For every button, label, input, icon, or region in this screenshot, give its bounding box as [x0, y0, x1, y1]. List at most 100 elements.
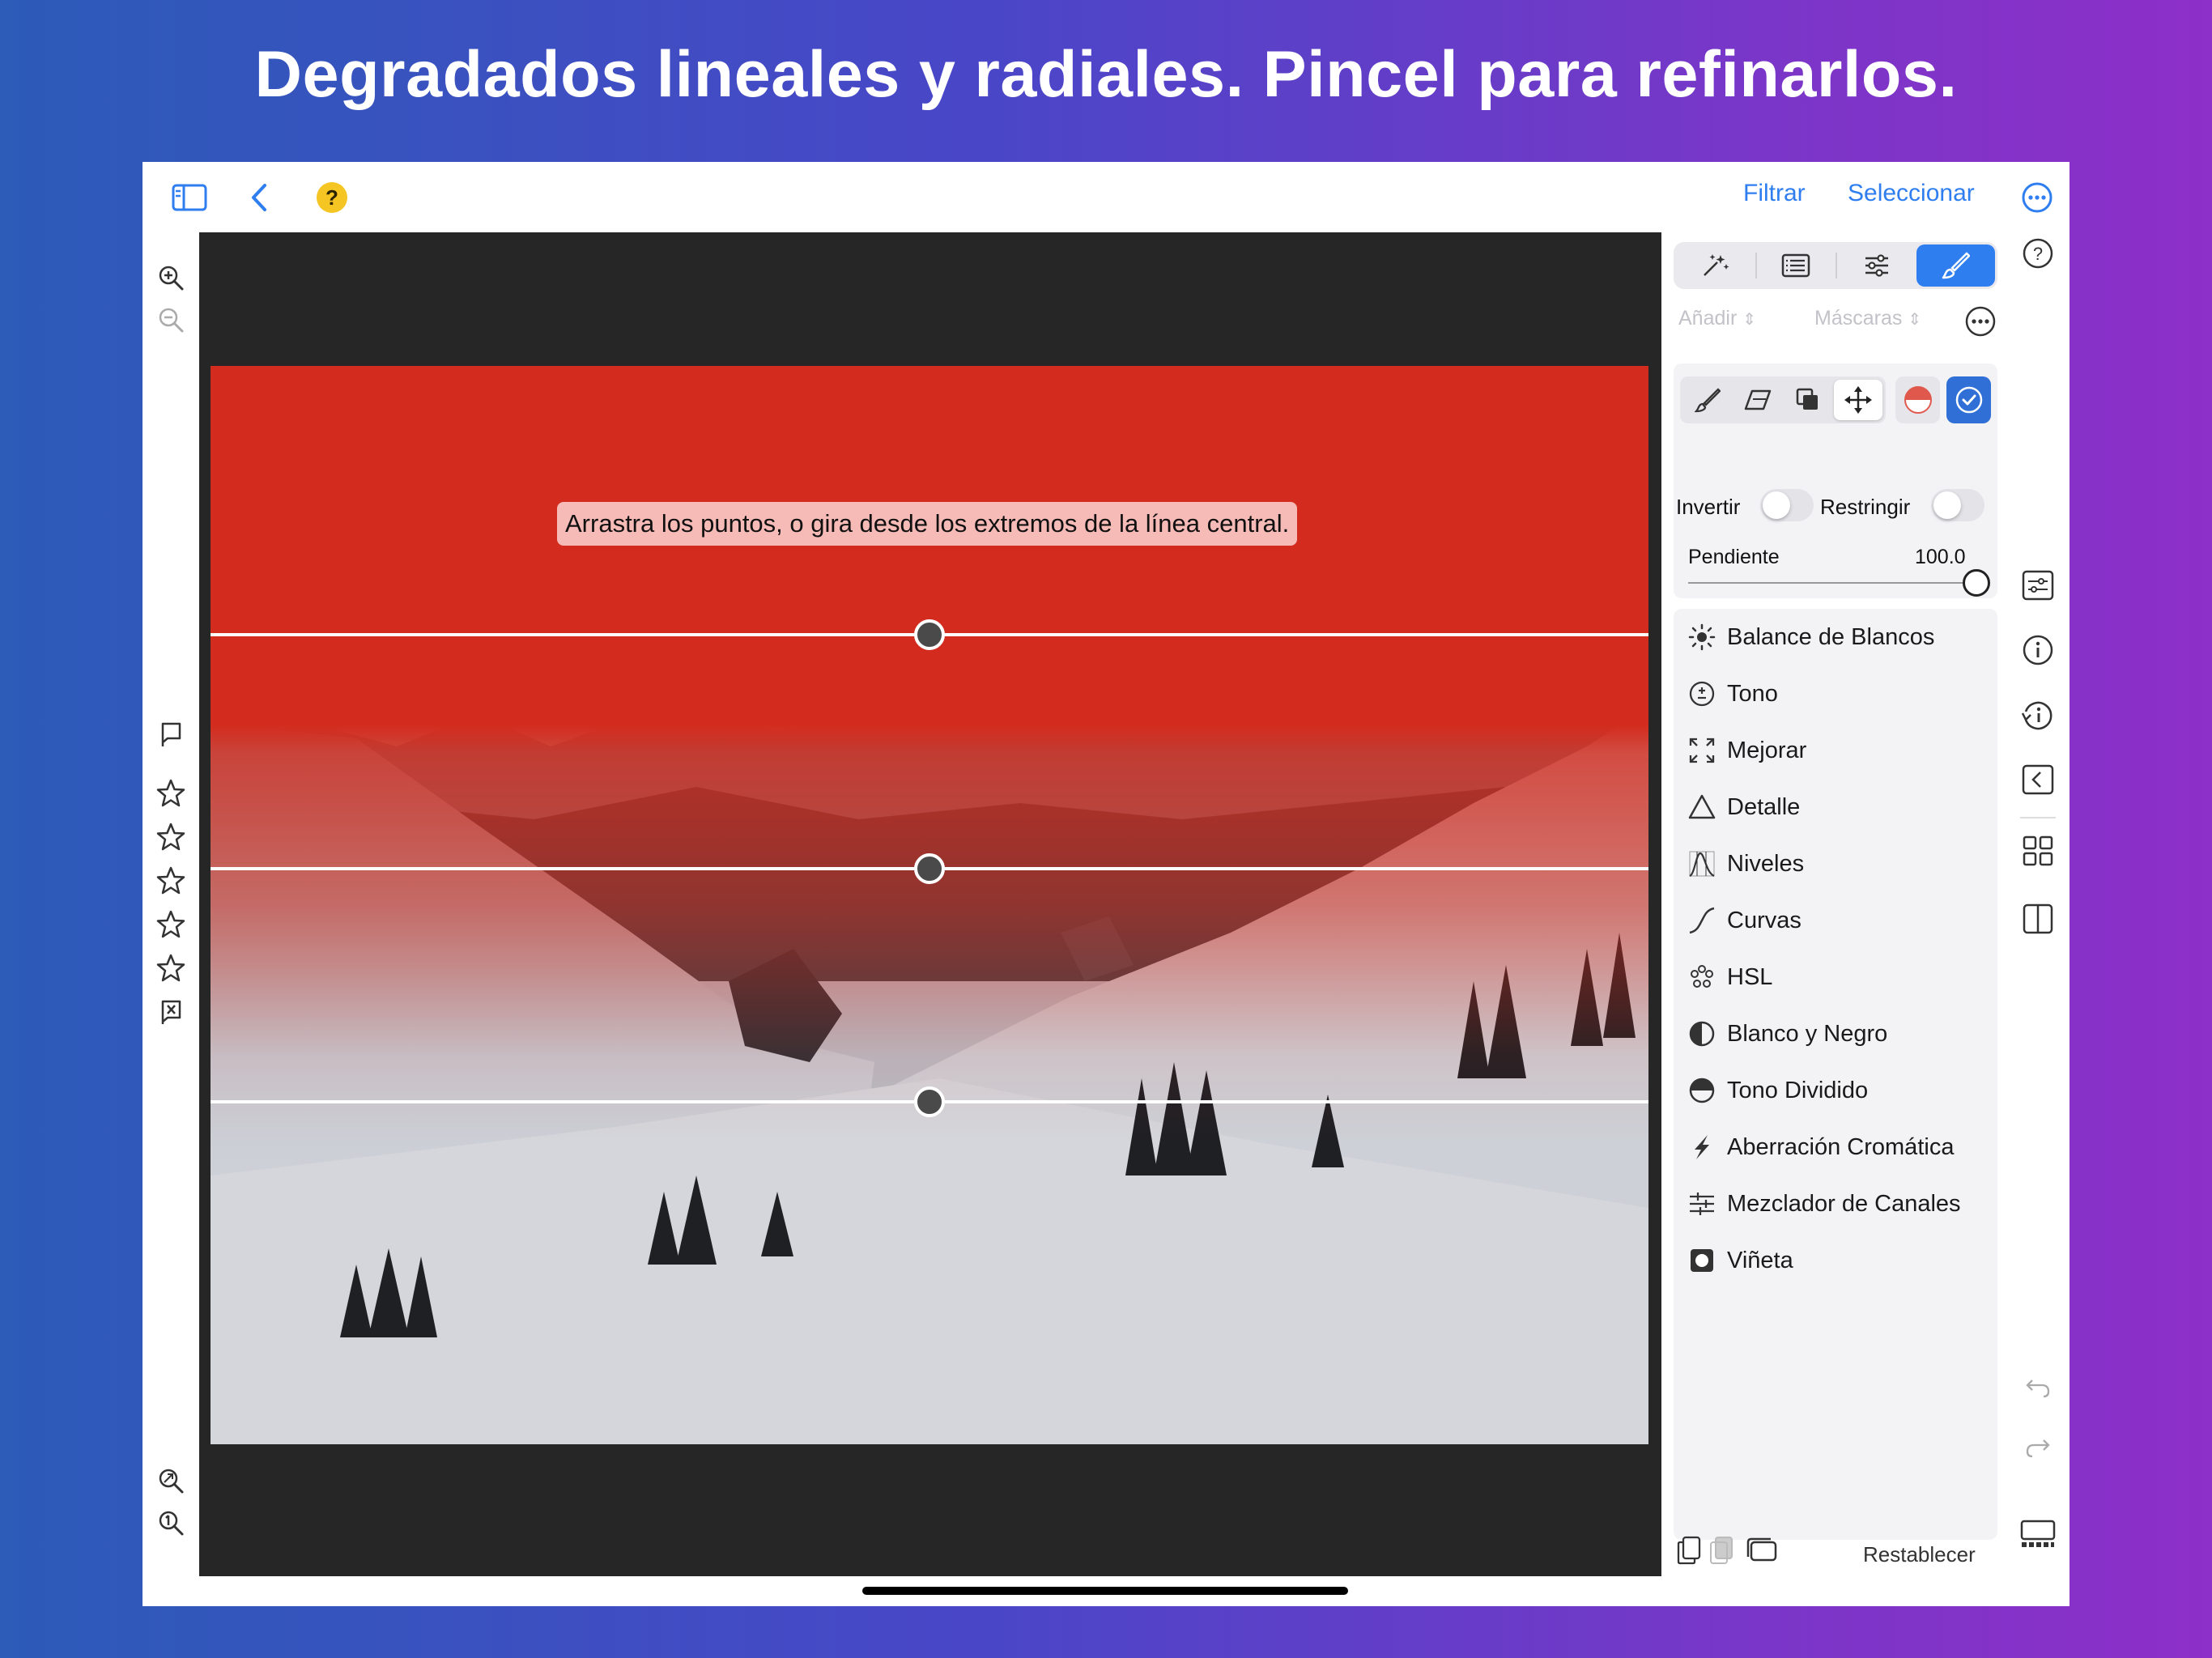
mask-options: Invertir Restringir Pendiente 100.0 — [1674, 461, 1997, 598]
masks-label: Máscaras — [1814, 307, 1903, 329]
adj-label: Blanco y Negro — [1727, 1020, 1888, 1047]
filmstrip-icon[interactable] — [2020, 1516, 2056, 1552]
adj-curves[interactable]: Curvas — [1674, 892, 1997, 949]
help-circle-icon[interactable]: ? — [2020, 236, 2056, 271]
gradient-handle-top[interactable] — [912, 619, 944, 651]
adj-label: Mezclador de Canales — [1727, 1190, 1961, 1217]
slope-slider[interactable] — [1688, 569, 1990, 597]
sun-icon — [1682, 617, 1722, 657]
add-mask-dropdown[interactable]: Añadir ⇕ — [1678, 307, 1756, 330]
star-5-icon[interactable] — [153, 950, 189, 986]
right-toolbar-divider — [2020, 817, 2056, 818]
zoom-actual-size-icon[interactable] — [153, 1505, 189, 1541]
adj-black-white[interactable]: Blanco y Negro — [1674, 1005, 1997, 1062]
photo: Arrastra los puntos, o gira desde los ex… — [211, 366, 1648, 1444]
histogram-icon — [1682, 844, 1722, 884]
slope-value: 100.0 — [1915, 546, 1966, 568]
home-indicator — [862, 1587, 1348, 1595]
image-canvas[interactable]: Arrastra los puntos, o gira desde los ex… — [199, 232, 1661, 1576]
select-button[interactable]: Seleccionar — [1848, 180, 1975, 207]
more-icon[interactable] — [2019, 180, 2055, 215]
reset-button[interactable]: Restablecer — [1863, 1542, 1976, 1567]
left-toolbar — [143, 232, 199, 1576]
brush-tool-group — [1680, 376, 1886, 423]
tab-presets-icon[interactable] — [1757, 244, 1836, 287]
gradient-handle-center[interactable] — [912, 852, 944, 885]
mask-tools — [1674, 363, 1997, 461]
slope-slider-track — [1688, 582, 1980, 584]
restrict-toggle[interactable] — [1931, 489, 1984, 521]
curve-icon — [1682, 900, 1722, 941]
grid-view-icon[interactable] — [2020, 833, 2056, 869]
info-icon[interactable] — [2020, 632, 2056, 668]
sidebar-toggle-icon[interactable] — [172, 181, 207, 214]
star-1-icon[interactable] — [153, 776, 189, 811]
adj-levels[interactable]: Niveles — [1674, 835, 1997, 892]
star-2-icon[interactable] — [153, 819, 189, 855]
tab-mask-brush-icon[interactable] — [1916, 244, 1995, 287]
adj-detail[interactable]: Detalle — [1674, 779, 1997, 835]
versions-icon[interactable] — [1743, 1536, 1779, 1568]
gradient-hint-tooltip: Arrastra los puntos, o gira desde los ex… — [557, 502, 1298, 546]
adj-label: Mejorar — [1727, 737, 1807, 763]
confirm-check-icon[interactable] — [1946, 376, 1991, 423]
adj-tone[interactable]: Tono — [1674, 665, 1997, 722]
fill-mask-tool-icon[interactable] — [1784, 380, 1832, 420]
copy-adjustments-icon[interactable] — [1676, 1536, 1708, 1568]
adjustments-panel-icon[interactable] — [2020, 568, 2056, 603]
tab-adjust-icon[interactable] — [1837, 244, 1916, 287]
updown-chevron-icon: ⇕ — [1742, 311, 1756, 329]
svg-text:?: ? — [2033, 244, 2043, 264]
adj-vignette[interactable]: Viñeta — [1674, 1232, 1997, 1289]
masks-dropdown[interactable]: Máscaras ⇕ — [1814, 307, 1921, 330]
back-chevron-icon[interactable] — [245, 181, 274, 214]
add-label: Añadir — [1678, 307, 1738, 329]
move-tool-icon[interactable] — [1834, 380, 1882, 420]
adj-white-balance[interactable]: Balance de Blancos — [1674, 609, 1997, 665]
updown-chevron-icon: ⇕ — [1908, 311, 1922, 329]
eraser-tool-icon[interactable] — [1733, 380, 1782, 420]
undo-icon[interactable] — [2020, 1369, 2056, 1405]
zoom-in-icon[interactable] — [153, 260, 189, 295]
collapse-panel-icon[interactable] — [2020, 762, 2056, 797]
flag-icon[interactable] — [153, 716, 189, 752]
vignette-icon — [1682, 1240, 1722, 1281]
compare-split-icon[interactable] — [2020, 901, 2056, 937]
adj-channel-mixer[interactable]: Mezclador de Canales — [1674, 1175, 1997, 1232]
adj-label: Viñeta — [1727, 1247, 1793, 1273]
adj-split-tone[interactable]: Tono Dividido — [1674, 1062, 1997, 1119]
invert-toggle[interactable] — [1760, 489, 1814, 521]
adj-label: HSL — [1727, 963, 1773, 990]
slope-label: Pendiente — [1688, 546, 1780, 568]
tab-auto-enhance-icon[interactable] — [1676, 244, 1755, 287]
adj-chromatic-aberration[interactable]: Aberración Cromática — [1674, 1119, 1997, 1175]
adj-label: Niveles — [1727, 850, 1805, 877]
triangle-icon — [1682, 787, 1722, 827]
restrict-label: Restringir — [1820, 495, 1911, 519]
metadata-info-icon[interactable] — [2020, 697, 2056, 733]
adj-hsl[interactable]: HSL — [1674, 949, 1997, 1005]
zoom-fit-icon[interactable] — [153, 1463, 189, 1499]
zoom-out-icon[interactable] — [153, 302, 189, 338]
star-3-icon[interactable] — [153, 863, 189, 899]
reject-flag-icon[interactable] — [153, 994, 189, 1030]
mask-overlay-toggle-icon[interactable] — [1895, 376, 1940, 423]
star-4-icon[interactable] — [153, 907, 189, 942]
filter-button[interactable]: Filtrar — [1743, 180, 1806, 207]
gradient-handle-bottom[interactable] — [912, 1086, 944, 1118]
brush-tool-icon[interactable] — [1683, 380, 1732, 420]
adj-label: Balance de Blancos — [1727, 623, 1935, 650]
right-toolbar: ? — [2005, 232, 2069, 1576]
adjustments-panel: Añadir ⇕ Máscaras ⇕ Invertir Restringir … — [1661, 232, 2005, 1576]
lightning-icon — [1682, 1127, 1722, 1167]
redo-icon[interactable] — [2020, 1429, 2056, 1465]
adj-label: Tono — [1727, 680, 1778, 707]
help-icon[interactable]: ? — [316, 181, 348, 214]
mask-more-icon[interactable] — [1963, 304, 1998, 339]
mixer-icon — [1682, 1184, 1722, 1224]
expand-icon — [1682, 730, 1722, 771]
hsl-dots-icon — [1682, 957, 1722, 997]
slope-slider-knob[interactable] — [1963, 569, 1990, 597]
paste-adjustments-icon[interactable] — [1708, 1536, 1741, 1568]
adj-enhance[interactable]: Mejorar — [1674, 722, 1997, 779]
